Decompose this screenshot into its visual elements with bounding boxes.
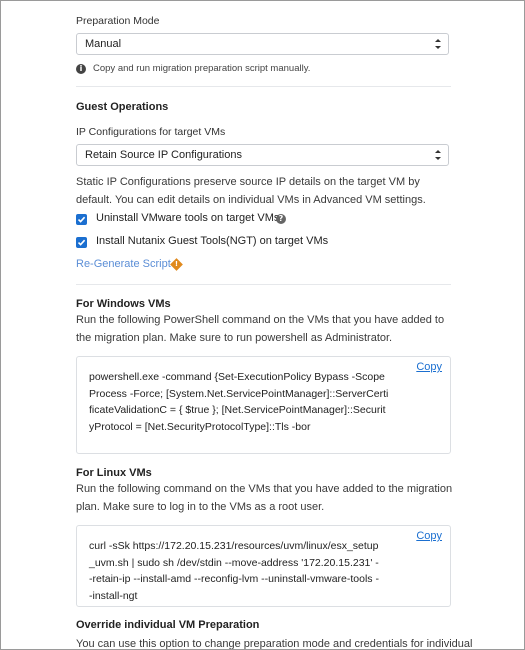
divider	[76, 86, 451, 87]
override-vm-preparation-title: Override individual VM Preparation	[76, 619, 260, 631]
windows-vms-description: Run the following PowerShell command on …	[76, 314, 445, 344]
linux-command-text[interactable]: curl -sSk https://172.20.15.231/resource…	[89, 538, 381, 604]
preparation-mode-label: Preparation Mode	[76, 15, 160, 27]
install-ngt-label: Install Nutanix Guest Tools(NGT) on targ…	[96, 235, 329, 247]
preparation-mode-value: Manual	[85, 38, 122, 50]
uninstall-vmware-tools-label: Uninstall VMware tools on target VMs	[96, 212, 280, 224]
info-icon: i	[76, 64, 86, 74]
ip-config-select[interactable]: Retain Source IP Configurations	[76, 144, 449, 166]
ip-config-label: IP Configurations for target VMs	[76, 126, 226, 138]
warning-icon: !	[170, 258, 183, 271]
guest-operations-title: Guest Operations	[76, 101, 169, 113]
windows-command-text[interactable]: powershell.exe -command {Set-ExecutionPo…	[89, 369, 389, 435]
override-vm-preparation-description: You can use this option to change prepar…	[76, 638, 473, 650]
help-icon[interactable]: ?	[276, 214, 286, 224]
checkmark-icon	[77, 239, 86, 246]
linux-vms-title: For Linux VMs	[76, 467, 152, 479]
preparation-mode-hint: Copy and run migration preparation scrip…	[93, 63, 311, 74]
linux-vms-description: Run the following command on the VMs tha…	[76, 483, 453, 513]
preparation-mode-select[interactable]: Manual	[76, 33, 449, 55]
migration-preparation-panel: Preparation Mode Manual i Copy and run m…	[0, 0, 525, 650]
select-caret-icon	[435, 37, 441, 51]
ip-config-description: Static IP Configurations preserve source…	[76, 176, 426, 206]
install-ngt-checkbox[interactable]	[76, 237, 87, 248]
linux-copy-link[interactable]: Copy	[416, 530, 442, 542]
select-caret-icon	[435, 148, 441, 162]
divider	[76, 284, 451, 285]
linux-command-box: curl -sSk https://172.20.15.231/resource…	[76, 525, 451, 607]
uninstall-vmware-tools-checkbox[interactable]	[76, 214, 87, 225]
windows-copy-link[interactable]: Copy	[416, 361, 442, 373]
windows-vms-title: For Windows VMs	[76, 298, 171, 310]
checkmark-icon	[77, 216, 86, 223]
regenerate-script-link[interactable]: Re-Generate Script	[76, 258, 171, 270]
windows-command-box: powershell.exe -command {Set-ExecutionPo…	[76, 356, 451, 454]
ip-config-value: Retain Source IP Configurations	[85, 149, 242, 161]
